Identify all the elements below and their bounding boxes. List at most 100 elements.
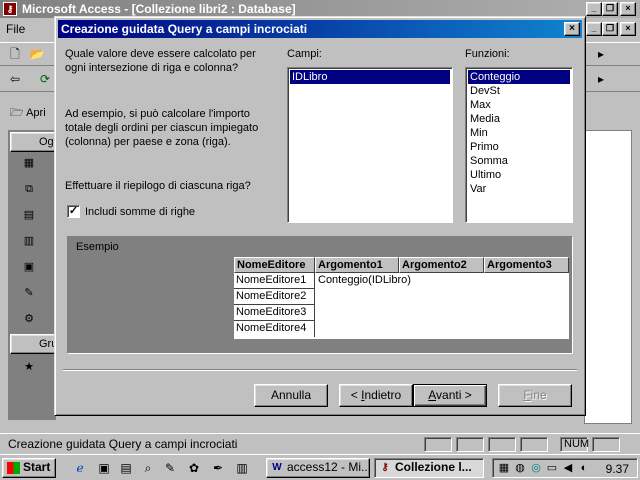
windows-flag-icon bbox=[7, 462, 20, 474]
status-cell-2 bbox=[456, 437, 484, 452]
reports-icon[interactable]: ▥ bbox=[22, 234, 36, 248]
forms-icon[interactable]: ▤ bbox=[22, 208, 36, 222]
groups-header[interactable]: Gru bbox=[10, 334, 57, 354]
open-icon: 🗁 bbox=[10, 107, 27, 119]
row-header: NomeEditore1 bbox=[234, 273, 315, 289]
function-item[interactable]: Media bbox=[468, 112, 500, 126]
volume-icon[interactable]: ◀ bbox=[561, 461, 575, 475]
example-label: Esempio bbox=[76, 241, 119, 253]
start-button[interactable]: Start bbox=[2, 458, 56, 478]
pen-icon[interactable]: ✒ bbox=[210, 460, 226, 476]
internet-explorer-icon[interactable]: ℯ bbox=[72, 460, 88, 476]
function-item[interactable]: Somma bbox=[468, 154, 508, 168]
modules-icon[interactable]: ⚙ bbox=[22, 312, 36, 326]
channels-icon[interactable]: ▤ bbox=[118, 460, 134, 476]
field-item[interactable]: IDLibro bbox=[290, 70, 450, 84]
minimize-button[interactable]: _ bbox=[586, 2, 602, 16]
column-header: Argomento2 bbox=[399, 257, 484, 273]
task-access[interactable]: ⚷ Collezione l... bbox=[374, 458, 484, 478]
column-header: Argomento3 bbox=[484, 257, 569, 273]
example-panel: Esempio NomeEditore Argomento1 Argomento… bbox=[67, 236, 573, 354]
status-num: NUM bbox=[560, 437, 589, 452]
new-document-icon[interactable]: 🗋 bbox=[6, 45, 24, 63]
start-label: Start bbox=[23, 460, 51, 474]
favorites-icon[interactable]: ★ bbox=[22, 360, 36, 374]
cancel-button[interactable]: Annulla bbox=[254, 384, 328, 407]
notepad-icon[interactable]: ✎ bbox=[162, 460, 178, 476]
fields-listbox[interactable]: IDLibro bbox=[287, 67, 453, 223]
taskbar: Start ℯ ▣ ▤ ⌕ ✎ ✿ ✒ ▥ W access12 - Mi...… bbox=[0, 454, 640, 480]
refresh-icon[interactable]: ⟳ bbox=[36, 70, 54, 88]
row-header: NomeEditore3 bbox=[234, 305, 315, 321]
question-text: Quale valore deve essere calcolato per o… bbox=[65, 48, 256, 74]
app-title: Microsoft Access - [Collezione libri2 : … bbox=[22, 2, 296, 16]
pages-icon[interactable]: ▣ bbox=[22, 260, 36, 274]
menu-file[interactable]: File bbox=[6, 22, 25, 36]
function-item[interactable]: Primo bbox=[468, 140, 499, 154]
toolbar2-overflow-icon[interactable]: ▸ bbox=[592, 70, 610, 88]
finish-button[interactable]: Fine bbox=[498, 384, 572, 407]
function-item[interactable]: DevSt bbox=[468, 84, 500, 98]
access-key-icon[interactable]: ⚷ bbox=[3, 2, 17, 16]
function-item[interactable]: Conteggio bbox=[468, 70, 570, 84]
tray-display-icon[interactable]: ▭ bbox=[545, 461, 559, 475]
example-table: NomeEditore Argomento1 Argomento2 Argome… bbox=[234, 257, 569, 339]
tray-network-icon[interactable]: ◍ bbox=[513, 461, 527, 475]
wizard-titlebar: Creazione guidata Query a campi incrocia… bbox=[58, 20, 582, 38]
clock: 9.37 bbox=[605, 462, 629, 476]
toolbar-overflow-icon[interactable]: ▸ bbox=[592, 45, 610, 63]
macros-icon[interactable]: ✎ bbox=[22, 286, 36, 300]
row-header: NomeEditore4 bbox=[234, 321, 315, 337]
desktop-icon[interactable]: ▣ bbox=[96, 460, 112, 476]
access-icon: ⚷ bbox=[381, 462, 389, 473]
function-item[interactable]: Max bbox=[468, 98, 491, 112]
word-icon: W bbox=[272, 462, 282, 473]
function-item[interactable]: Var bbox=[468, 182, 486, 196]
status-bar: Creazione guidata Query a campi incrocia… bbox=[0, 433, 640, 453]
status-cell-4 bbox=[520, 437, 548, 452]
wizard-close-button[interactable]: × bbox=[564, 22, 580, 36]
system-tray: ▦ ◍ ◎ ▭ ◀ ◐ 9.37 bbox=[492, 458, 638, 478]
task-word[interactable]: W access12 - Mi... bbox=[266, 458, 370, 478]
close-button[interactable]: × bbox=[620, 2, 636, 16]
summary-question: Effettuare il riepilogo di ciascuna riga… bbox=[65, 180, 251, 192]
status-cell-1 bbox=[424, 437, 452, 452]
next-button[interactable]: Avanti > bbox=[413, 384, 487, 407]
tray-agent-icon[interactable]: ◐ bbox=[577, 461, 591, 475]
doc-minimize-button[interactable]: _ bbox=[586, 22, 602, 36]
row-header: NomeEditore2 bbox=[234, 289, 315, 305]
column-header: NomeEditore bbox=[234, 257, 315, 273]
functions-label: Funzioni: bbox=[465, 48, 510, 60]
restore-button[interactable]: ❐ bbox=[602, 2, 618, 16]
open-label: Apri bbox=[26, 107, 46, 119]
wizard-title: Creazione guidata Query a campi incrocia… bbox=[61, 22, 308, 36]
column-header: Argomento1 bbox=[315, 257, 399, 273]
include-row-sums-label[interactable]: Includi somme di righe bbox=[85, 205, 195, 219]
table-value-cell: Conteggio(IDLibro) bbox=[318, 274, 411, 286]
task-word-label: access12 - Mi... bbox=[287, 460, 370, 474]
paint-icon[interactable]: ✿ bbox=[186, 460, 202, 476]
status-text: Creazione guidata Query a campi incrocia… bbox=[8, 437, 238, 451]
doc-restore-button[interactable]: ❐ bbox=[602, 22, 618, 36]
search-icon[interactable]: ⌕ bbox=[140, 460, 156, 476]
tray-globe-icon[interactable]: ◎ bbox=[529, 461, 543, 475]
database-object-list[interactable] bbox=[584, 130, 632, 424]
objects-bar: Ogg ▦ ⧉ ▤ ▥ ▣ ✎ ⚙ Gru ★ bbox=[8, 130, 60, 420]
example-description: Ad esempio, si può calcolare l'importo t… bbox=[65, 108, 259, 148]
include-row-sums-checkbox[interactable]: ✓ bbox=[67, 205, 80, 218]
open-button[interactable]: 🗁 Apri bbox=[10, 104, 46, 123]
tray-scheduler-icon[interactable]: ▦ bbox=[497, 461, 511, 475]
doc-close-button[interactable]: × bbox=[620, 22, 636, 36]
objects-header[interactable]: Ogg bbox=[10, 132, 60, 152]
tables-icon[interactable]: ▦ bbox=[22, 156, 36, 170]
status-cell-5 bbox=[592, 437, 620, 452]
status-cell-3 bbox=[488, 437, 516, 452]
back-button[interactable]: < Indietro bbox=[339, 384, 413, 407]
folder-icon[interactable]: ▥ bbox=[234, 460, 250, 476]
functions-listbox[interactable]: Conteggio DevSt Max Media Min Primo Somm… bbox=[465, 67, 573, 223]
function-item[interactable]: Ultimo bbox=[468, 168, 501, 182]
function-item[interactable]: Min bbox=[468, 126, 488, 140]
open-folder-icon[interactable]: 📂 bbox=[28, 45, 46, 63]
back-arrow-icon[interactable]: ⇦ bbox=[6, 70, 24, 88]
queries-icon[interactable]: ⧉ bbox=[22, 182, 36, 196]
